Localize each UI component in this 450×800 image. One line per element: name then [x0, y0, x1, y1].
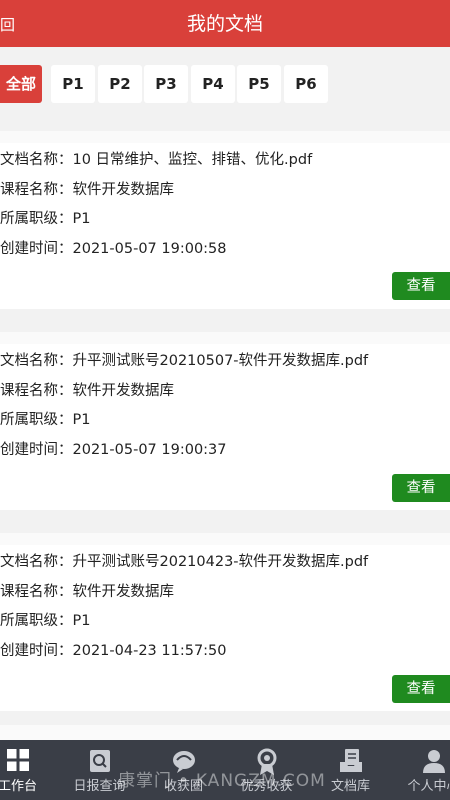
course-name-label: 课程名称：	[0, 383, 73, 399]
filter-p3[interactable]: P3	[144, 65, 188, 103]
level-label: 所属职级：	[0, 412, 73, 428]
top-bar: 回 我的文档	[0, 0, 450, 47]
user-icon	[421, 748, 447, 778]
card-divider	[0, 725, 450, 740]
created-row: 创建时间：2021-04-23 11:57:50	[0, 641, 227, 661]
course-name-label: 课程名称：	[0, 584, 73, 600]
created-row: 创建时间：2021-05-07 19:00:37	[0, 440, 227, 460]
created-label: 创建时间：	[0, 241, 73, 257]
level-label: 所属职级：	[0, 211, 73, 227]
level-row: 所属职级：P1	[0, 410, 90, 430]
document-card: 文档名称：升平测试账号20210507-软件开发数据库.pdf 课程名称：软件开…	[0, 344, 450, 510]
filter-all[interactable]: 全部	[0, 65, 42, 103]
doc-name-label: 文档名称：	[0, 554, 73, 570]
document-card: 文档名称：10 日常维护、监控、排错、优化.pdf 课程名称：软件开发数据库 所…	[0, 143, 450, 309]
view-button[interactable]: 查看	[392, 272, 450, 300]
view-button[interactable]: 查看	[392, 675, 450, 703]
level-value: P1	[72, 613, 91, 629]
card-divider	[0, 533, 450, 545]
filter-p4[interactable]: P4	[191, 65, 235, 103]
tab-label: 工作台	[0, 779, 37, 794]
course-name-value: 软件开发数据库	[72, 182, 175, 198]
doc-name-label: 文档名称：	[0, 152, 73, 168]
page-title: 我的文档	[186, 13, 263, 35]
created-value: 2021-04-23 11:57:50	[72, 643, 227, 659]
tab-workbench[interactable]: 工作台	[0, 740, 55, 800]
watermark: 康掌门 • KANGZM.COM	[118, 771, 326, 791]
filter-p5[interactable]: P5	[237, 65, 281, 103]
doc-name-value: 升平测试账号20210423-软件开发数据库.pdf	[72, 554, 369, 570]
doc-name-row: 文档名称：升平测试账号20210423-软件开发数据库.pdf	[0, 552, 368, 572]
course-name-row: 课程名称：软件开发数据库	[0, 582, 174, 602]
doc-name-row: 文档名称：10 日常维护、监控、排错、优化.pdf	[0, 150, 312, 170]
doc-name-label: 文档名称：	[0, 353, 73, 369]
filter-p6[interactable]: P6	[284, 65, 328, 103]
doc-name-row: 文档名称：升平测试账号20210507-软件开发数据库.pdf	[0, 351, 368, 371]
bottom-tab-bar: 工作台 日报查询 收获圈 优秀收获 文档库 个人中 康掌门 • KANGZM.C…	[0, 740, 450, 800]
filter-p1[interactable]: P1	[51, 65, 95, 103]
level-value: P1	[72, 211, 91, 227]
card-divider	[0, 332, 450, 344]
grid-icon	[6, 748, 30, 776]
created-value: 2021-05-07 19:00:37	[72, 442, 227, 458]
course-name-label: 课程名称：	[0, 182, 73, 198]
level-row: 所属职级：P1	[0, 209, 90, 229]
doc-name-value: 升平测试账号20210507-软件开发数据库.pdf	[72, 353, 369, 369]
level-value: P1	[72, 412, 91, 428]
tab-label: 个人中心	[407, 779, 450, 794]
course-name-row: 课程名称：软件开发数据库	[0, 180, 174, 200]
course-name-value: 软件开发数据库	[72, 383, 175, 399]
level-row: 所属职级：P1	[0, 611, 90, 631]
created-label: 创建时间：	[0, 643, 73, 659]
created-label: 创建时间：	[0, 442, 73, 458]
document-library-icon	[338, 748, 364, 778]
created-value: 2021-05-07 19:00:58	[72, 241, 227, 257]
created-row: 创建时间：2021-05-07 19:00:58	[0, 239, 227, 259]
document-card: 文档名称：升平测试账号20210423-软件开发数据库.pdf 课程名称：软件开…	[0, 545, 450, 711]
course-name-row: 课程名称：软件开发数据库	[0, 381, 174, 401]
level-filter-bar: 全部 P1 P2 P3 P4 P5 P6	[0, 47, 450, 123]
tab-personal-center[interactable]: 个人中心	[396, 740, 450, 800]
filter-p2[interactable]: P2	[98, 65, 142, 103]
level-label: 所属职级：	[0, 613, 73, 629]
report-search-icon	[87, 748, 113, 778]
view-button[interactable]: 查看	[392, 474, 450, 502]
doc-name-value: 10 日常维护、监控、排错、优化.pdf	[72, 152, 313, 168]
card-divider	[0, 131, 450, 143]
course-name-value: 软件开发数据库	[72, 584, 175, 600]
